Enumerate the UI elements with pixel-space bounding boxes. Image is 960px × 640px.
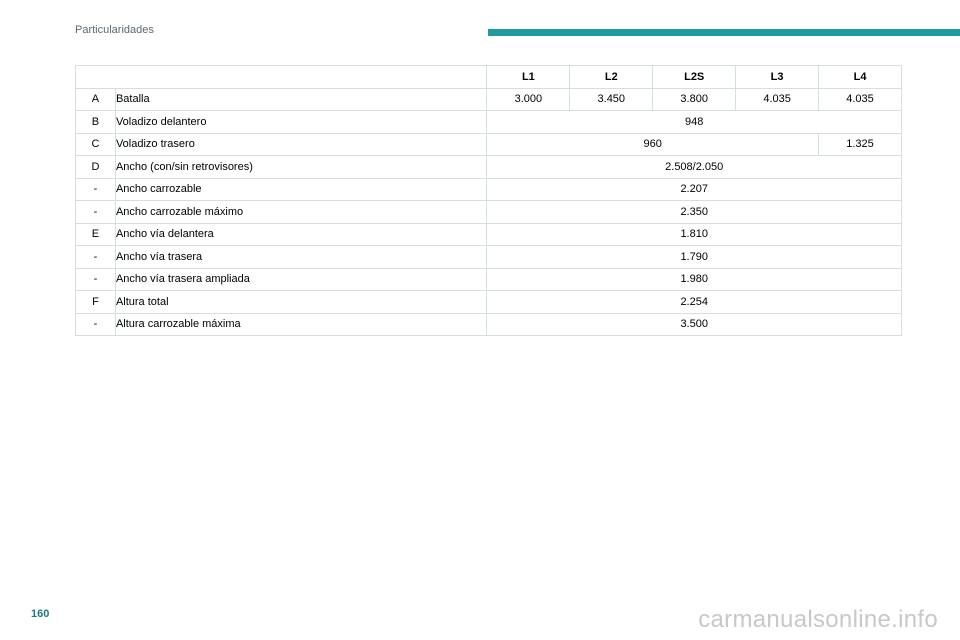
column-header: L2 — [569, 65, 654, 89]
row-value: 948 — [486, 110, 902, 134]
row-label: Voladizo delantero — [114, 110, 488, 134]
row-code: - — [75, 312, 116, 336]
row-label: Ancho carrozable máximo — [114, 200, 488, 224]
table-row: - Ancho carrozable 2.207 — [75, 177, 902, 201]
table-row: - Ancho vía trasera 1.790 — [75, 245, 902, 269]
row-label: Ancho (con/sin retrovisores) — [114, 155, 488, 179]
row-label: Ancho vía trasera — [114, 245, 488, 269]
dimensions-table: L1 L2 L2S L3 L4 A Batalla 3.000 3.450 3.… — [74, 65, 902, 336]
row-value: 2.508/2.050 — [486, 155, 902, 179]
row-label: Ancho carrozable — [114, 177, 488, 201]
row-code: - — [75, 177, 116, 201]
row-value: 3.450 — [569, 87, 654, 111]
row-code: - — [75, 200, 116, 224]
row-value: 1.810 — [486, 222, 902, 246]
header-accent-bar — [488, 29, 960, 36]
row-label: Ancho vía trasera ampliada — [114, 267, 488, 291]
column-header: L4 — [818, 65, 902, 89]
table-row: B Voladizo delantero 948 — [75, 110, 902, 134]
row-value: 1.980 — [486, 267, 902, 291]
row-code: B — [75, 110, 116, 134]
row-label: Altura total — [114, 290, 488, 314]
row-value: 3.500 — [486, 312, 902, 336]
table-row: A Batalla 3.000 3.450 3.800 4.035 4.035 — [75, 87, 902, 111]
row-value: 3.800 — [652, 87, 737, 111]
row-value: 1.790 — [486, 245, 902, 269]
section-title: Particularidades — [75, 24, 154, 36]
row-code: D — [75, 155, 116, 179]
row-label: Voladizo trasero — [114, 132, 488, 156]
table-row: - Ancho vía trasera ampliada 1.980 — [75, 267, 902, 291]
table-row: C Voladizo trasero 960 1.325 — [75, 132, 902, 156]
row-value: 4.035 — [818, 87, 902, 111]
row-label: Altura carrozable máxima — [114, 312, 488, 336]
table-row: - Altura carrozable máxima 3.500 — [75, 312, 902, 336]
row-code: C — [75, 132, 116, 156]
table-row: - Ancho carrozable máximo 2.350 — [75, 200, 902, 224]
row-label: Ancho vía delantera — [114, 222, 488, 246]
row-value: 3.000 — [486, 87, 571, 111]
table-header-blank — [74, 65, 488, 89]
row-value: 960 — [486, 132, 820, 156]
column-header: L3 — [735, 65, 820, 89]
page-number: 160 — [31, 608, 50, 620]
row-value: 2.207 — [486, 177, 902, 201]
row-code: E — [75, 222, 116, 246]
row-value: 1.325 — [818, 132, 902, 156]
table-row: D Ancho (con/sin retrovisores) 2.508/2.0… — [75, 155, 902, 179]
row-value: 2.350 — [486, 200, 902, 224]
table-row: E Ancho vía delantera 1.810 — [75, 222, 902, 246]
row-value: 2.254 — [486, 290, 902, 314]
row-code: F — [75, 290, 116, 314]
column-header: L1 — [486, 65, 571, 89]
column-header: L2S — [652, 65, 737, 89]
watermark: carmanualsonline.info — [698, 606, 938, 633]
table-row: F Altura total 2.254 — [75, 290, 902, 314]
table-header-row: L1 L2 L2S L3 L4 — [74, 65, 902, 89]
row-code: A — [75, 87, 116, 111]
row-code: - — [75, 267, 116, 291]
row-value: 4.035 — [735, 87, 820, 111]
row-code: - — [75, 245, 116, 269]
row-label: Batalla — [114, 87, 488, 111]
